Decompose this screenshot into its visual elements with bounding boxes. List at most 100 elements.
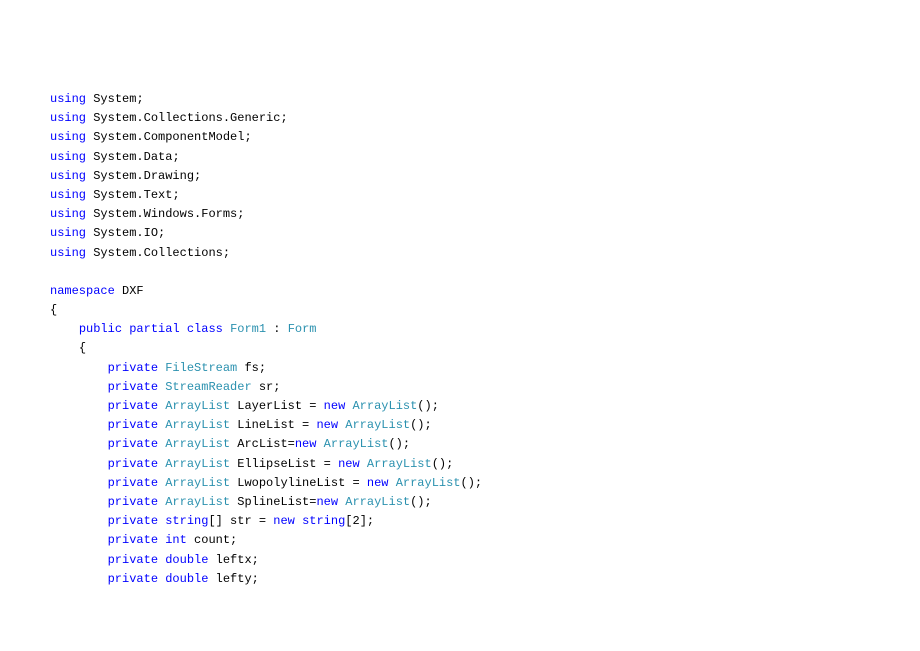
- keyword: new: [367, 476, 389, 490]
- var: leftx;: [208, 553, 258, 567]
- semicolon: ;: [237, 207, 244, 221]
- indent: [50, 399, 108, 413]
- keyword: using: [50, 130, 86, 144]
- keyword: private: [108, 418, 158, 432]
- keyword: new: [273, 514, 295, 528]
- ctor: ();: [410, 418, 432, 432]
- text: [388, 476, 395, 490]
- code-block: using System; using System.Collections.G…: [50, 90, 870, 589]
- keyword: double: [165, 572, 208, 586]
- keyword: using: [50, 188, 86, 202]
- indent: [50, 322, 79, 336]
- semicolon: ;: [158, 226, 165, 240]
- keyword: using: [50, 150, 86, 164]
- ctor: ();: [410, 495, 432, 509]
- ctor: ();: [388, 437, 410, 451]
- keyword: namespace: [50, 284, 115, 298]
- type: ArrayList: [345, 418, 410, 432]
- namespace-ref: System.Text: [93, 188, 172, 202]
- keyword: using: [50, 207, 86, 221]
- colon: :: [266, 322, 288, 336]
- type: ArrayList: [352, 399, 417, 413]
- semicolon: ;: [194, 169, 201, 183]
- indent: [50, 572, 108, 586]
- type: ArrayList: [165, 457, 230, 471]
- keyword: private: [108, 361, 158, 375]
- indent: [50, 418, 108, 432]
- indent: [50, 495, 108, 509]
- keyword: class: [187, 322, 223, 336]
- type: ArrayList: [396, 476, 461, 490]
- type: ArrayList: [165, 437, 230, 451]
- semicolon: ;: [172, 150, 179, 164]
- namespace-ref: System.IO: [93, 226, 158, 240]
- text: [180, 322, 187, 336]
- keyword: private: [108, 533, 158, 547]
- text: [223, 322, 230, 336]
- keyword: new: [338, 457, 360, 471]
- var: LineList =: [230, 418, 316, 432]
- indent: [50, 361, 108, 375]
- namespace-ref: System.Collections.Generic: [93, 111, 280, 125]
- namespace-ref: System: [93, 92, 136, 106]
- type: FileStream: [165, 361, 237, 375]
- indent: [50, 437, 108, 451]
- ctor: ();: [432, 457, 454, 471]
- namespace-ref: System.Data: [93, 150, 172, 164]
- type: ArrayList: [165, 495, 230, 509]
- keyword: new: [316, 495, 338, 509]
- type: ArrayList: [345, 495, 410, 509]
- keyword: private: [108, 457, 158, 471]
- type: ArrayList: [165, 476, 230, 490]
- keyword: new: [324, 399, 346, 413]
- brace: {: [50, 303, 57, 317]
- keyword: private: [108, 572, 158, 586]
- keyword: new: [295, 437, 317, 451]
- var: SplineList=: [230, 495, 316, 509]
- keyword: string: [302, 514, 345, 528]
- var: ArcList=: [230, 437, 295, 451]
- keyword: public: [79, 322, 122, 336]
- var: LwopolylineList =: [230, 476, 367, 490]
- keyword: using: [50, 169, 86, 183]
- keyword: using: [50, 226, 86, 240]
- var: LayerList =: [230, 399, 324, 413]
- semicolon: ;: [136, 92, 143, 106]
- keyword: private: [108, 399, 158, 413]
- namespace-ref: System.ComponentModel: [93, 130, 244, 144]
- var: sr;: [252, 380, 281, 394]
- type: ArrayList: [324, 437, 389, 451]
- semicolon: ;: [280, 111, 287, 125]
- keyword: private: [108, 553, 158, 567]
- indent: [50, 553, 108, 567]
- keyword: private: [108, 495, 158, 509]
- var: EllipseList =: [230, 457, 338, 471]
- size: [2];: [345, 514, 374, 528]
- namespace-ref: System.Windows.Forms: [93, 207, 237, 221]
- ctor: ();: [417, 399, 439, 413]
- base-class: Form: [288, 322, 317, 336]
- var: lefty;: [208, 572, 258, 586]
- indent: [50, 476, 108, 490]
- semicolon: ;: [244, 130, 251, 144]
- var: [] str =: [208, 514, 273, 528]
- keyword: private: [108, 437, 158, 451]
- type: ArrayList: [165, 418, 230, 432]
- indent: [50, 341, 79, 355]
- semicolon: ;: [172, 188, 179, 202]
- namespace-name: DXF: [115, 284, 144, 298]
- indent: [50, 514, 108, 528]
- type: ArrayList: [165, 399, 230, 413]
- text: [295, 514, 302, 528]
- keyword: double: [165, 553, 208, 567]
- indent: [50, 533, 108, 547]
- keyword: private: [108, 380, 158, 394]
- namespace-ref: System.Drawing: [93, 169, 194, 183]
- keyword: int: [165, 533, 187, 547]
- indent: [50, 457, 108, 471]
- keyword: partial: [129, 322, 179, 336]
- type: ArrayList: [367, 457, 432, 471]
- type: StreamReader: [165, 380, 251, 394]
- semicolon: ;: [223, 246, 230, 260]
- keyword: string: [165, 514, 208, 528]
